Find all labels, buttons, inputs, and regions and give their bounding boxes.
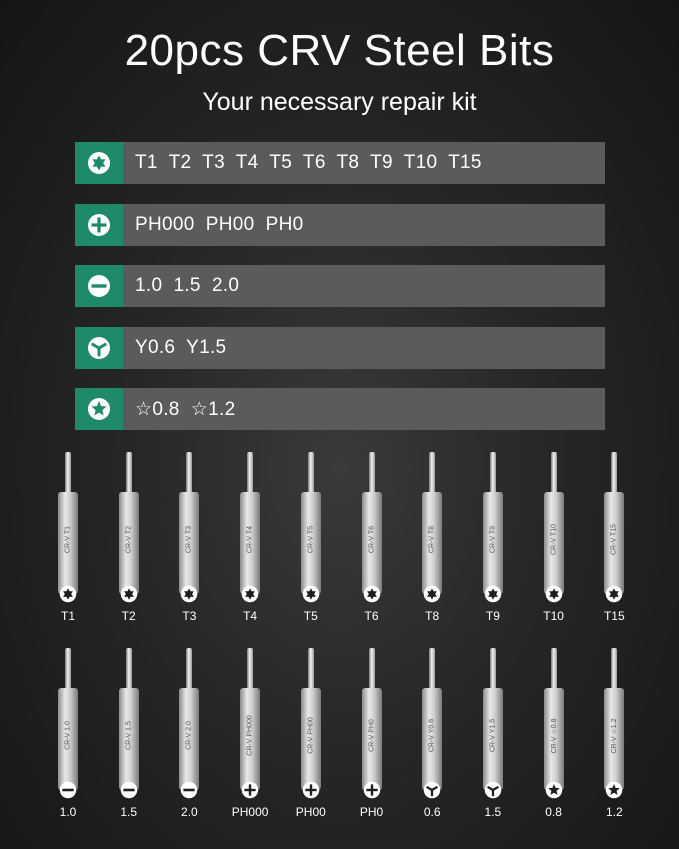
bit-label: 2.0 [181, 805, 198, 819]
phillips-icon [88, 213, 110, 236]
bit-label: T10 [543, 609, 564, 623]
torx-icon [423, 585, 441, 603]
category-tri-wing: Y0.6 Y1.5 [75, 326, 605, 369]
bit-label: 0.8 [545, 805, 562, 819]
bit-label: PH0 [359, 805, 384, 819]
bit-engraving: CR-V PH0 [368, 719, 375, 752]
pentalobe-icon [606, 781, 623, 799]
bit-label: T3 [182, 609, 197, 623]
bit-engraving: CR-V T9 [489, 525, 497, 554]
torx-icon [241, 585, 259, 603]
bit-engraving: CR-V T15 [610, 524, 618, 555]
page-subtitle: Your necessary repair kit [202, 88, 477, 116]
tri-wing-icon [88, 336, 110, 359]
bit-engraving: CR-V T3 [185, 525, 193, 554]
torx-icon [545, 585, 562, 603]
bit-engraving: CR-V PH00 [307, 717, 315, 754]
bit-engraving: CR-V ☆0.8 [550, 718, 558, 754]
category-phillips: PH000 PH00 PH0 [75, 203, 605, 246]
category-label: 1.0 1.5 2.0 [123, 265, 605, 307]
bit-engraving: CR-V T6 [368, 525, 375, 554]
torx-icon [181, 585, 198, 603]
category-torx: T1 T2 T3 T4 T5 T6 T8 T9 T10 T15 [75, 142, 605, 184]
tri-wing-icon [423, 781, 441, 799]
category-label: ☆0.8 ☆1.2 [123, 388, 605, 430]
category-label: T1 T2 T3 T4 T5 T6 T8 T9 T10 T15 [123, 142, 605, 184]
bit-engraving: CR-V T5 [307, 525, 315, 554]
category-label: Y0.6 Y1.5 [123, 326, 605, 369]
torx-icon [606, 585, 623, 603]
bit-engraving: CR-V ☆1.2 [611, 718, 619, 754]
bit-category-list: T1 T2 T3 T4 T5 T6 T8 T9 T10 T15 PH000 PH… [75, 142, 605, 450]
phillips-icon [302, 781, 320, 799]
bit-label: T6 [364, 609, 379, 623]
bit-label: 1.5 [484, 805, 502, 819]
bit-label: T8 [425, 609, 440, 623]
bit-label: T1 [60, 609, 75, 623]
torx-icon [59, 585, 77, 603]
bit-engraving: CR-V Y0.6 [428, 718, 436, 753]
bit-engraving: CR-V PH000 [246, 715, 254, 756]
bit-label: T5 [303, 609, 318, 623]
bit-label: PH00 [295, 805, 326, 819]
bit-label: T15 [603, 609, 625, 623]
bit-engraving: CR-V T4 [246, 525, 254, 554]
bit-engraving: CR-V T8 [428, 525, 436, 554]
torx-icon [363, 585, 380, 603]
bit-label: 1.5 [120, 805, 138, 819]
bit-engraving: CR-V 1.5 [125, 721, 133, 750]
bit-label: 0.6 [423, 805, 441, 819]
slotted-icon [88, 275, 110, 297]
torx-icon [302, 585, 320, 603]
torx-icon [484, 585, 502, 603]
bit-engraving: CR-V T1 [64, 525, 72, 554]
bit-engraving: CR-V T10 [550, 524, 558, 555]
phillips-icon [241, 781, 259, 799]
phillips-icon [363, 781, 380, 799]
bit-engraving: CR-V 1.0 [64, 721, 72, 750]
category-slotted: 1.0 1.5 2.0 [75, 265, 605, 307]
bit-engraving: CR-V Y1.5 [489, 718, 497, 753]
bit-label: 1.2 [605, 805, 623, 819]
torx-icon [88, 152, 110, 174]
tri-wing-icon [484, 781, 502, 799]
pentalobe-icon [88, 398, 110, 420]
slotted-icon [120, 781, 137, 799]
bit-engraving: CR-V 2.0 [185, 721, 193, 750]
slotted-icon [181, 781, 198, 799]
category-label: PH000 PH00 PH0 [123, 203, 605, 246]
bit-label: T2 [121, 609, 136, 623]
category-pentalobe: ☆0.8 ☆1.2 [75, 388, 605, 430]
slotted-icon [59, 781, 77, 799]
bit-label: T4 [243, 609, 258, 623]
bit-label: T9 [485, 609, 500, 623]
torx-icon [120, 585, 137, 603]
bit-engraving: CR-V T2 [125, 525, 133, 554]
bit-label: 1.0 [59, 805, 77, 819]
pentalobe-icon [545, 781, 562, 799]
page-title: 20pcs CRV Steel Bits [124, 26, 555, 75]
bit-label: PH000 [231, 805, 269, 819]
